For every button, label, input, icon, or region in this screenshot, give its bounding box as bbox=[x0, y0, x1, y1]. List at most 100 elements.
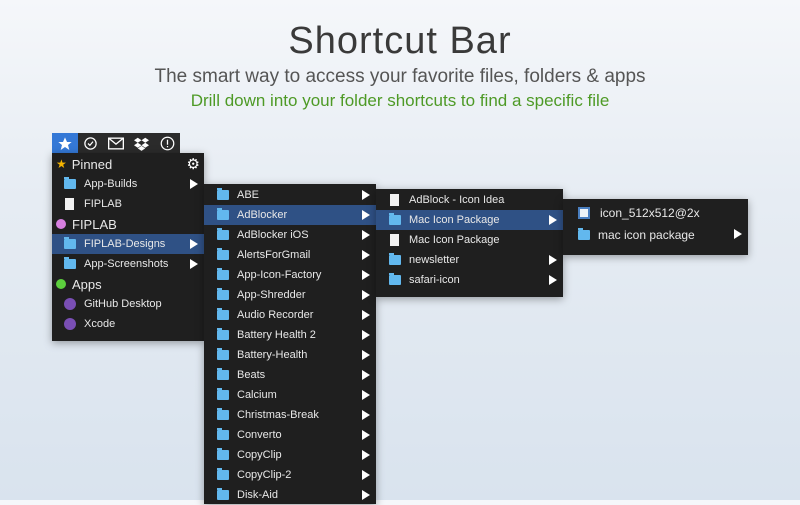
menu-item-label: FIPLAB-Designs bbox=[84, 238, 166, 250]
menu-item-label: CopyClip-2 bbox=[237, 469, 292, 481]
menu-item[interactable]: FIPLAB-Designs bbox=[52, 234, 204, 254]
mail-icon bbox=[107, 137, 124, 150]
dropbox-icon bbox=[134, 137, 150, 151]
menu-item[interactable]: AdBlocker iOS bbox=[204, 225, 376, 245]
folder-icon bbox=[64, 237, 76, 249]
submenu-arrow-icon bbox=[362, 250, 370, 260]
tab-tasks[interactable] bbox=[78, 133, 104, 154]
submenu-arrow-icon bbox=[734, 229, 742, 239]
menu-item[interactable]: App-Icon-Factory bbox=[204, 265, 376, 285]
gear-icon[interactable]: ⚙ bbox=[187, 155, 200, 173]
folder-icon bbox=[389, 253, 401, 265]
menu-item-label: Disk-Aid bbox=[237, 489, 278, 501]
file-icon bbox=[390, 234, 399, 246]
section-header: Apps bbox=[52, 274, 204, 294]
submenu-arrow-icon bbox=[190, 239, 198, 249]
menu-item[interactable]: Battery-Health bbox=[204, 345, 376, 365]
submenu-arrow-icon bbox=[549, 255, 557, 265]
menu-item[interactable]: AlertsForGmail bbox=[204, 245, 376, 265]
menu-item-label: AdBlock - Icon Idea bbox=[409, 194, 505, 206]
checkmark-icon bbox=[84, 137, 97, 150]
section-dot-icon bbox=[56, 219, 66, 229]
submenu-arrow-icon bbox=[549, 275, 557, 285]
menu-item[interactable]: FIPLAB bbox=[52, 194, 204, 214]
menu-item[interactable]: CopyClip bbox=[204, 445, 376, 465]
star-icon bbox=[58, 136, 72, 150]
submenu-arrow-icon bbox=[362, 290, 370, 300]
menu-item[interactable]: CopyClip-2 bbox=[204, 465, 376, 485]
menu-item[interactable]: ABE bbox=[204, 185, 376, 205]
menu-item[interactable]: Mac Icon Package bbox=[376, 230, 563, 250]
menu-item[interactable]: safari-icon bbox=[376, 270, 563, 290]
folder-icon bbox=[217, 448, 229, 460]
tab-info[interactable] bbox=[154, 133, 180, 154]
menu-item[interactable]: icon_512x512@2x bbox=[563, 202, 748, 224]
submenu-arrow-icon bbox=[362, 270, 370, 280]
menu-item[interactable]: GitHub Desktop bbox=[52, 294, 204, 314]
tab-bar bbox=[52, 133, 180, 154]
menu-item-label: Xcode bbox=[84, 318, 116, 330]
menu-item-label: FIPLAB bbox=[84, 198, 122, 210]
menu-item-label: GitHub Desktop bbox=[84, 298, 162, 310]
folder-icon bbox=[64, 257, 76, 269]
submenu-arrow-icon bbox=[362, 430, 370, 440]
folder-icon bbox=[217, 388, 229, 400]
folder-icon bbox=[217, 468, 229, 480]
submenu-arrow-icon bbox=[362, 390, 370, 400]
menu-item-label: Converto bbox=[237, 429, 282, 441]
menu-item-label: Battery Health 2 bbox=[237, 329, 316, 341]
folder-icon bbox=[217, 248, 229, 260]
folder-icon bbox=[217, 228, 229, 240]
menu-item-label: Audio Recorder bbox=[237, 309, 314, 321]
tab-mail[interactable] bbox=[103, 133, 129, 154]
menu-item-label: Mac Icon Package bbox=[409, 234, 500, 246]
folder-icon bbox=[217, 328, 229, 340]
tab-dropbox[interactable] bbox=[129, 133, 155, 154]
app-icon bbox=[64, 318, 76, 330]
menu-item[interactable]: Battery Health 2 bbox=[204, 325, 376, 345]
menu-item-label: mac icon package bbox=[598, 228, 695, 242]
menu-item[interactable]: Converto bbox=[204, 425, 376, 445]
menu-item[interactable]: App-Shredder bbox=[204, 285, 376, 305]
page-title: Shortcut Bar bbox=[288, 20, 512, 62]
submenu-arrow-icon bbox=[362, 310, 370, 320]
section-label: Pinned bbox=[71, 156, 113, 172]
pinned-menu: ★ Pinned ⚙ App-Builds FIPLAB FIPLAB FIPLAB-Des… bbox=[52, 153, 204, 341]
menu-item[interactable]: newsletter bbox=[376, 250, 563, 270]
menu-item[interactable]: Mac Icon Package bbox=[376, 210, 563, 230]
menu-item-label: App-Icon-Factory bbox=[237, 269, 322, 281]
folder-icon bbox=[217, 408, 229, 420]
adblocker-submenu: AdBlock - Icon Idea Mac Icon Package Mac I… bbox=[376, 189, 563, 297]
submenu-arrow-icon bbox=[362, 490, 370, 500]
folder-icon bbox=[217, 488, 229, 500]
menu-item[interactable]: Audio Recorder bbox=[204, 305, 376, 325]
submenu-arrow-icon bbox=[190, 179, 198, 189]
menu-item[interactable]: App-Screenshots bbox=[52, 254, 204, 274]
menu-item[interactable]: AdBlocker bbox=[204, 205, 376, 225]
menu-item[interactable]: App-Builds bbox=[52, 174, 204, 194]
menu-item[interactable]: Beats bbox=[204, 365, 376, 385]
image-icon bbox=[578, 207, 590, 219]
folder-icon bbox=[389, 213, 401, 225]
menu-item[interactable]: Xcode bbox=[52, 314, 204, 334]
folder-icon bbox=[217, 208, 229, 220]
tab-pinned[interactable] bbox=[52, 133, 78, 154]
tagline: Drill down into your folder shortcuts to… bbox=[190, 91, 610, 110]
fiplab-designs-submenu: ABE AdBlocker AdBlocker iOS AlertsForGmail A… bbox=[204, 184, 376, 504]
folder-icon bbox=[217, 308, 229, 320]
file-icon bbox=[390, 194, 399, 206]
menu-item[interactable]: Disk-Aid bbox=[204, 485, 376, 505]
menu-item-label: CopyClip bbox=[237, 449, 282, 461]
app-icon bbox=[64, 298, 76, 310]
folder-icon bbox=[217, 368, 229, 380]
menu-item[interactable]: AdBlock - Icon Idea bbox=[376, 190, 563, 210]
submenu-arrow-icon bbox=[362, 230, 370, 240]
menu-item-label: icon_512x512@2x bbox=[600, 206, 700, 220]
menu-item[interactable]: mac icon package bbox=[563, 224, 748, 246]
menu-item-label: ABE bbox=[237, 189, 260, 201]
folder-icon bbox=[217, 348, 229, 360]
menu-item[interactable]: Calcium bbox=[204, 385, 376, 405]
star-icon: ★ bbox=[56, 157, 67, 171]
menu-item[interactable]: Christmas-Break bbox=[204, 405, 376, 425]
section-label: Apps bbox=[72, 276, 102, 292]
